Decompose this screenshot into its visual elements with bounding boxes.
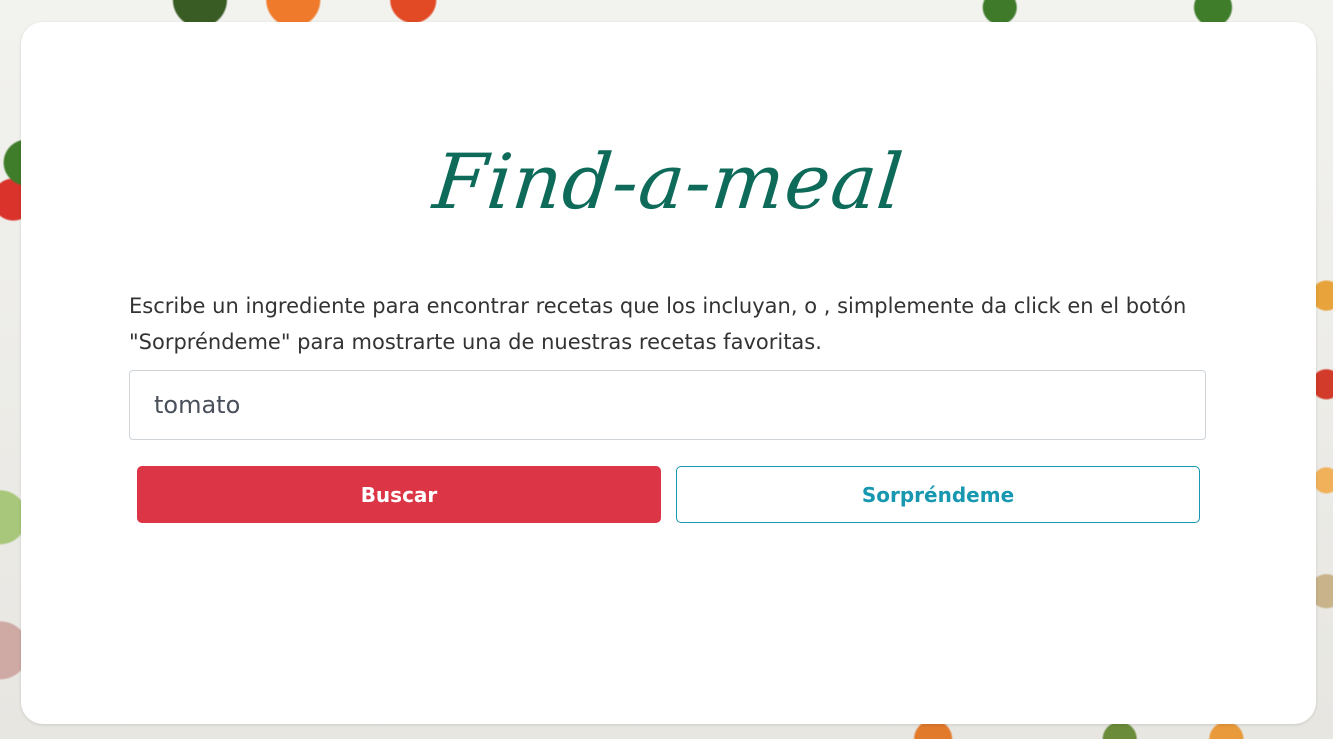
search-button[interactable]: Buscar [137, 466, 661, 523]
surprise-me-button[interactable]: Sorpréndeme [676, 466, 1200, 523]
ingredient-search-input[interactable] [129, 370, 1206, 440]
search-button-label: Buscar [360, 482, 438, 507]
page-title: Find-a-meal [429, 137, 908, 226]
surprise-me-button-label: Sorpréndeme [861, 482, 1015, 507]
main-card: Find-a-meal Escribe un ingrediente para … [21, 22, 1316, 724]
intro-text: Escribe un ingrediente para encontrar re… [129, 294, 1187, 354]
